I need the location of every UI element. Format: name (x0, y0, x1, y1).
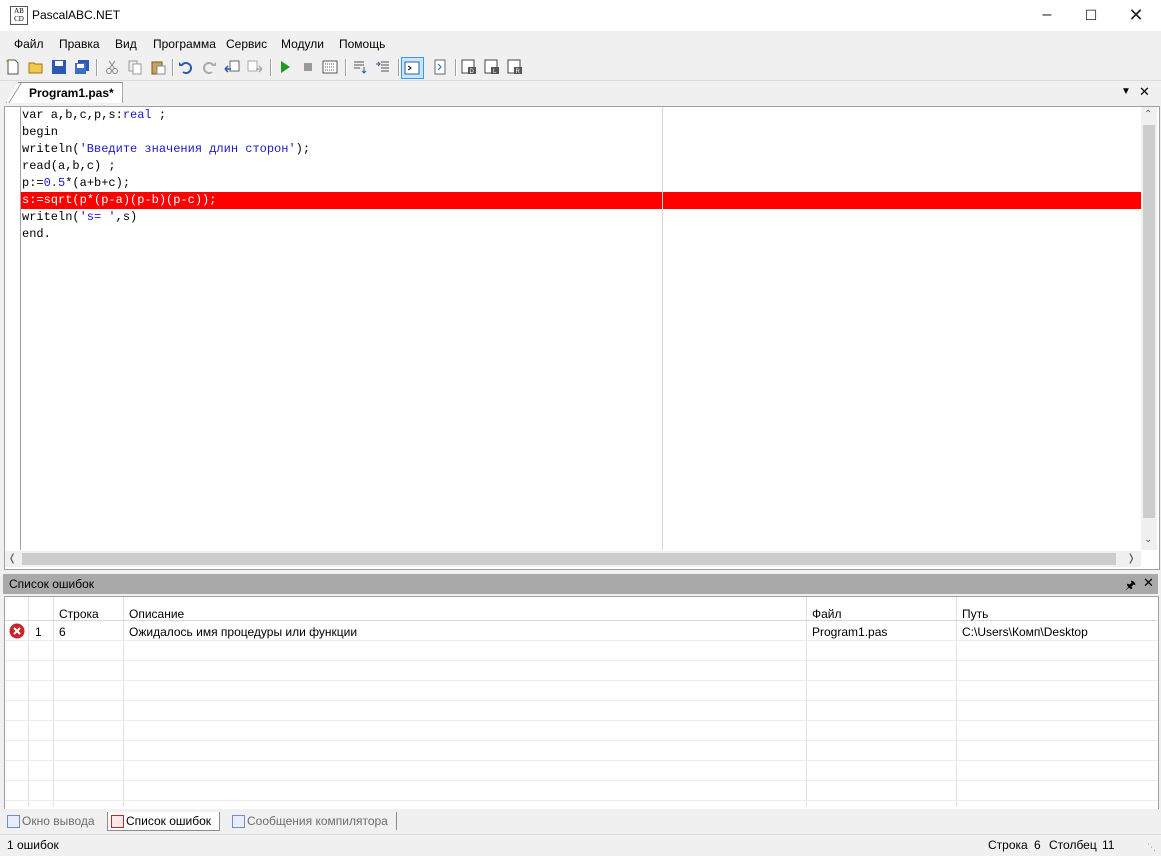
compiler-messages-icon (232, 815, 245, 828)
status-line-value: 6 (1034, 838, 1041, 852)
save-icon[interactable] (51, 59, 67, 75)
stop-icon[interactable] (300, 59, 316, 75)
release-module-icon[interactable]: R (507, 59, 523, 75)
copy-icon[interactable] (127, 59, 143, 75)
new-file-icon[interactable] (5, 59, 21, 75)
error-path: C:\Users\Комп\Desktop (962, 625, 1088, 639)
code-line[interactable]: read(a,b,c) ; (22, 158, 116, 175)
tab-label: Сообщения компилятора (247, 814, 388, 828)
code-line[interactable]: var a,b,c,p,s:real ; (22, 107, 166, 124)
error-panel-title: Список ошибок (9, 577, 95, 591)
status-column-label: Столбец (1049, 838, 1097, 852)
document-tab-strip (0, 80, 1161, 105)
minimize-button[interactable]: – (1024, 0, 1070, 30)
menu-program[interactable]: Программа (153, 37, 216, 51)
error-description: Ожидалось имя процедуры или функции (129, 625, 358, 639)
format-code-icon[interactable] (432, 59, 448, 75)
title-bar (0, 0, 1161, 31)
paste-icon[interactable] (150, 59, 166, 75)
error-line: 6 (59, 625, 66, 639)
tab-label: Окно вывода (22, 814, 95, 828)
code-line[interactable]: writeln('s= ',s) (22, 209, 137, 226)
status-bar (0, 834, 1161, 856)
code-line[interactable]: p:=0.5*(a+b+c); (22, 175, 130, 192)
error-number: 1 (35, 625, 42, 639)
tab-output-window[interactable]: Окно вывода (4, 812, 95, 830)
undo-icon[interactable] (178, 59, 194, 75)
status-column-value: 11 (1102, 838, 1115, 852)
error-icon (9, 623, 25, 639)
code-line[interactable]: end. (22, 226, 51, 243)
status-line-label: Строка (988, 838, 1028, 852)
toolbar: D L R (0, 55, 1161, 80)
svg-text:D: D (470, 69, 475, 75)
resize-grip-icon[interactable]: ⋱ (1147, 842, 1156, 853)
menu-file[interactable]: Файл (14, 37, 44, 51)
column-header-file[interactable]: Файл (812, 607, 842, 621)
column-header-description[interactable]: Описание (129, 607, 184, 621)
maximize-button[interactable]: ☐ (1068, 0, 1114, 30)
menu-bar: Файл Правка Вид Программа Сервис Модули … (0, 31, 1161, 55)
navigate-forward-icon[interactable] (247, 59, 263, 75)
close-panel-icon[interactable]: ✕ (1143, 575, 1154, 591)
output-window-icon (7, 815, 20, 828)
menu-modules[interactable]: Модули (281, 37, 324, 51)
column-header-path[interactable]: Путь (962, 607, 988, 621)
pin-icon[interactable]: 🖈 (1125, 576, 1136, 597)
app-icon: AB CD (10, 6, 28, 25)
debug-module-icon[interactable]: D (461, 59, 477, 75)
window-title: PascalABC.NET (32, 8, 121, 22)
step-into-icon[interactable] (352, 59, 368, 75)
scroll-right-icon[interactable]: ❭ (1127, 553, 1135, 564)
tab-error-list[interactable]: Список ошибок (107, 812, 221, 831)
menu-help[interactable]: Помощь (339, 37, 385, 51)
editor-gutter (5, 107, 21, 550)
svg-text:R: R (516, 69, 521, 75)
close-button[interactable]: ✕ (1113, 0, 1159, 30)
scroll-up-icon[interactable]: ⌃ (1144, 109, 1152, 120)
tab-compiler-messages[interactable]: Сообщения компилятора (229, 812, 397, 830)
output-window-icon (404, 61, 420, 75)
menu-view[interactable]: Вид (115, 37, 137, 51)
navigate-back-icon[interactable] (224, 59, 240, 75)
save-all-icon[interactable] (74, 59, 90, 75)
scroll-down-icon[interactable]: ⌄ (1144, 534, 1152, 545)
menu-edit[interactable]: Правка (59, 37, 100, 51)
horizontal-scroll-thumb[interactable] (22, 553, 1116, 565)
library-module-icon[interactable]: L (484, 59, 500, 75)
compile-icon[interactable] (322, 59, 338, 75)
error-file: Program1.pas (812, 625, 888, 639)
code-line[interactable]: begin (22, 124, 58, 141)
code-line[interactable]: writeln('Введите значения длин сторон'); (22, 141, 310, 158)
code-text[interactable]: var a,b,c,p,s:real ; begin writeln('Введит… (22, 107, 1142, 550)
status-error-count: 1 ошибок (7, 838, 59, 852)
menu-service[interactable]: Сервис (226, 37, 267, 51)
redo-icon[interactable] (201, 59, 217, 75)
step-over-icon[interactable] (375, 59, 391, 75)
scroll-left-icon[interactable]: ❬ (8, 553, 16, 564)
tab-list-dropdown-icon[interactable]: ▼ (1121, 86, 1131, 97)
tab-label: Список ошибок (126, 814, 212, 828)
run-icon[interactable] (277, 59, 293, 75)
cut-icon[interactable] (104, 59, 120, 75)
error-list-icon (111, 815, 124, 828)
error-panel-header (3, 574, 1158, 594)
close-tab-icon[interactable]: ✕ (1139, 84, 1150, 100)
tab-program1[interactable]: Program1.pas* (6, 82, 123, 103)
open-folder-icon[interactable] (28, 59, 44, 75)
column-header-line[interactable]: Строка (59, 607, 99, 621)
vertical-scroll-thumb[interactable] (1143, 125, 1155, 518)
code-line-error[interactable]: s:=sqrt(p*(p-a)(p-b)(p-c)); (22, 192, 216, 209)
